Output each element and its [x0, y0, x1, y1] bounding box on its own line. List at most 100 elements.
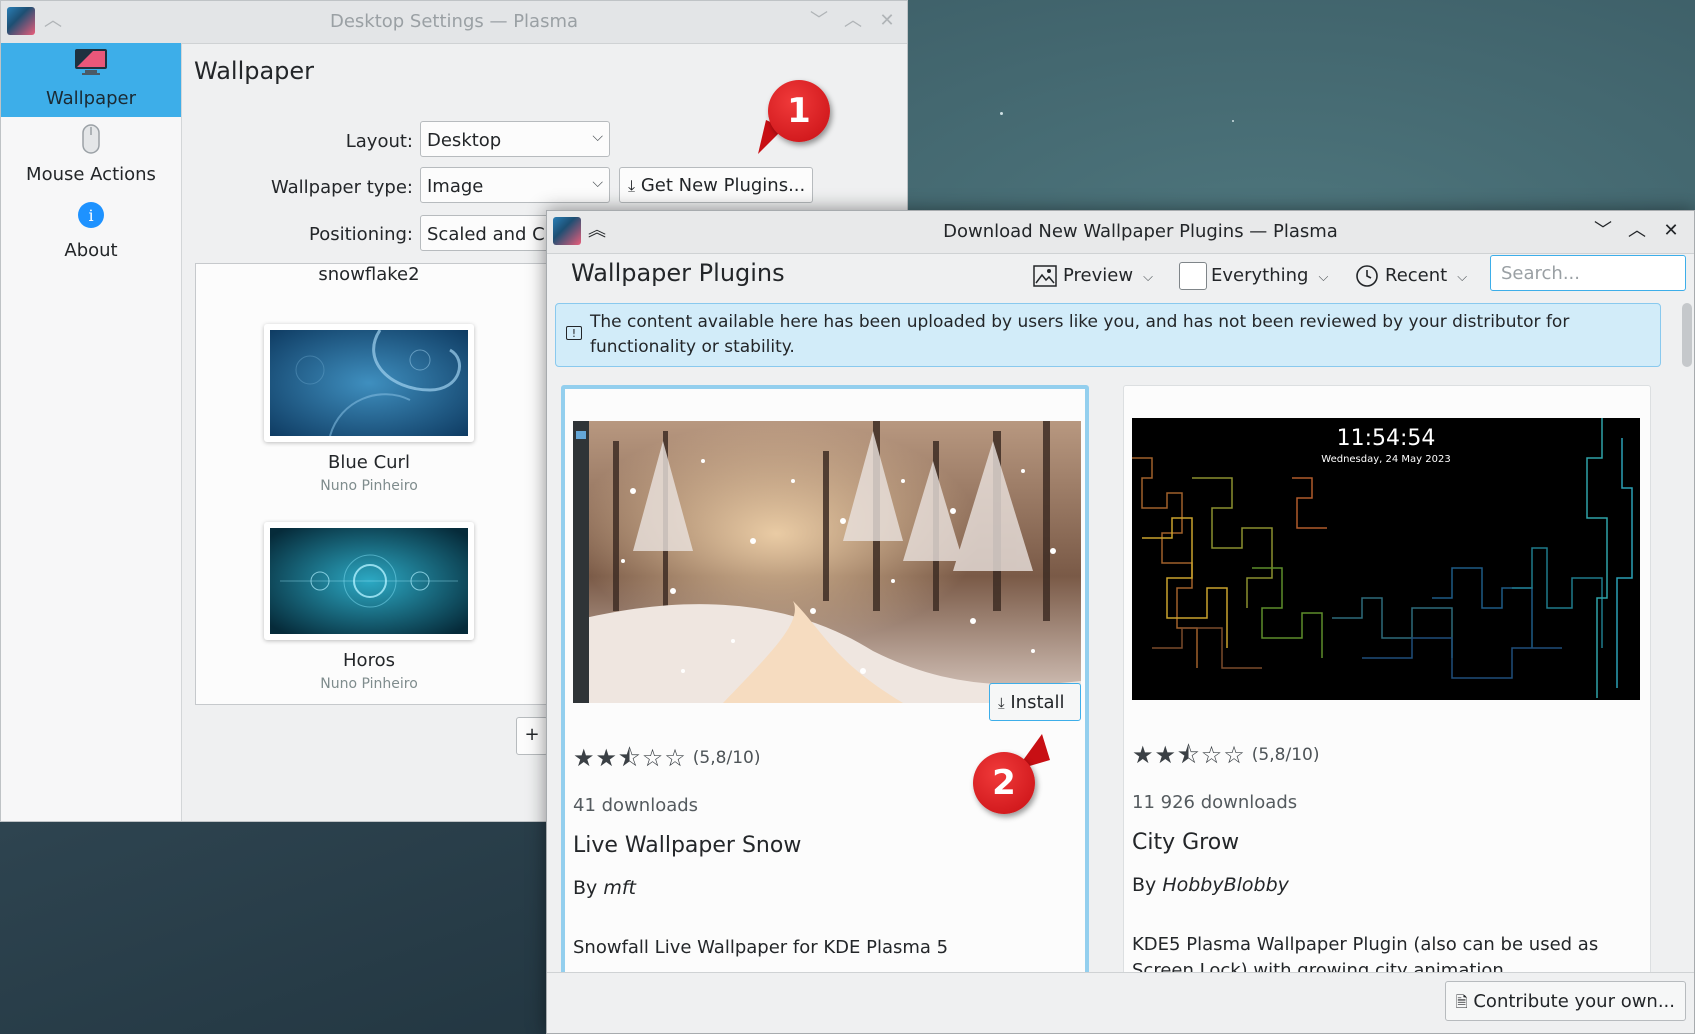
wallpaper-name: Blue Curl — [328, 452, 410, 473]
star-empty-icon: ☆ — [1223, 741, 1246, 769]
minimize-icon[interactable]: ﹀ — [807, 9, 831, 33]
star-empty-icon: ☆ — [664, 744, 687, 772]
contribute-icon: 🗎 — [1455, 993, 1468, 1011]
wallpaper-thumbnail[interactable] — [264, 324, 474, 442]
sort-combo[interactable]: Recent ⌵ — [1355, 257, 1467, 295]
sidebar-item-about[interactable]: i About — [1, 195, 181, 269]
plugin-title[interactable]: City Grow — [1132, 830, 1239, 855]
install-button[interactable]: ⤓ Install — [989, 683, 1081, 721]
star-icon: ★ — [595, 744, 619, 772]
star-icon: ★ — [1132, 741, 1155, 769]
contribute-label: Contribute your own... — [1473, 991, 1675, 1012]
sidebar-item-wallpaper[interactable]: Wallpaper — [1, 43, 181, 117]
sidebar-item-label: Mouse Actions — [26, 164, 156, 185]
page-title: Wallpaper — [194, 57, 315, 85]
plugin-description: Snowfall Live Wallpaper for KDE Plasma 5 — [573, 937, 949, 958]
contribute-button[interactable]: 🗎 Contribute your own... — [1444, 981, 1686, 1021]
rating-stars: ★★⯪☆☆ (5,8/10) — [573, 741, 760, 782]
mouse-icon — [82, 124, 100, 154]
star-half-icon: ⯪ — [1177, 741, 1201, 769]
maximize-icon[interactable]: ︿ — [1625, 219, 1649, 243]
sidebar-item-label: About — [64, 240, 118, 261]
banner-text: The content available here has been uplo… — [590, 312, 1570, 357]
plugin-author[interactable]: mft — [603, 877, 636, 899]
wallpaper-author: Nuno Pinheiro — [320, 676, 418, 692]
plugin-author-line: By HobbyBlobby — [1132, 874, 1289, 896]
plugin-title[interactable]: Live Wallpaper Snow — [573, 833, 801, 858]
chevron-down-icon: ⌵ — [592, 129, 603, 145]
star-icon: ★ — [573, 744, 596, 772]
download-plugins-dialog: ︽ Download New Wallpaper Plugins — Plasm… — [546, 210, 1695, 1034]
page-title: Wallpaper Plugins — [571, 259, 785, 287]
image-icon — [1033, 265, 1057, 287]
search-input[interactable] — [1490, 255, 1686, 291]
chevron-down-icon: ⌵ — [1318, 270, 1329, 285]
plugin-card[interactable]: 11:54:54 Wednesday, 24 May 2023 ★★⯪☆☆ (5,… — [1123, 385, 1651, 973]
window-title: Desktop Settings — Plasma — [329, 11, 579, 32]
wallpaper-type-value: Image — [427, 176, 484, 197]
plugin-author[interactable]: HobbyBlobby — [1162, 874, 1289, 896]
titlebar: ︿ Desktop Settings — Plasma ﹀ ︿ ✕ — [1, 1, 907, 44]
get-new-plugins-button[interactable]: ⤓ Get New Plugins... — [619, 167, 813, 203]
install-label: Install — [1010, 692, 1065, 713]
wallpaper-type-combo[interactable]: Image ⌵ — [420, 167, 610, 203]
close-icon[interactable]: ✕ — [1659, 219, 1683, 243]
sidebar-item-label: Wallpaper — [45, 88, 137, 109]
app-icon — [553, 217, 581, 245]
wallpaper-type-label: Wallpaper type: — [270, 177, 413, 198]
blue-curl-image — [270, 330, 468, 436]
city-grow-preview: 11:54:54 Wednesday, 24 May 2023 — [1132, 418, 1640, 700]
layout-value: Desktop — [427, 130, 502, 151]
filter-combo[interactable]: Everything ⌵ — [1179, 257, 1328, 295]
by-label: By — [573, 877, 598, 899]
callout-marker: 2 — [973, 752, 1035, 814]
clock-date: Wednesday, 24 May 2023 — [1321, 454, 1451, 465]
star-empty-icon: ☆ — [1200, 741, 1224, 769]
clock-icon — [1356, 265, 1378, 287]
chevron-down-icon: ⌵ — [592, 175, 603, 191]
positioning-label: Positioning: — [309, 224, 413, 245]
wallpaper-name: snowflake2 — [318, 264, 420, 285]
close-icon[interactable]: ✕ — [875, 9, 899, 33]
rating-stars: ★★⯪☆☆ (5,8/10) — [1132, 738, 1319, 779]
wallpaper-name: Horos — [343, 650, 395, 671]
minimize-icon[interactable]: ﹀ — [1591, 219, 1615, 243]
plugin-card[interactable]: ⤓ Install ★★⯪☆☆ (5,8/10) 41 downloads Liv… — [561, 385, 1089, 973]
warning-banner: ! The content available here has been up… — [555, 303, 1661, 367]
filter-value: Everything — [1211, 265, 1309, 286]
chevron-down-icon: ⌵ — [1143, 270, 1153, 285]
sky-star — [1000, 112, 1003, 115]
wallpaper-author: Nuno Pinheiro — [320, 478, 418, 494]
sort-value: Recent — [1385, 265, 1448, 286]
star-empty-icon: ☆ — [641, 744, 665, 772]
live-wallpaper-snow-preview — [573, 421, 1081, 703]
star-half-icon: ⯪ — [618, 744, 642, 772]
maximize-icon[interactable]: ︿ — [841, 9, 865, 33]
wallpaper-thumbnail[interactable] — [264, 522, 474, 640]
layout-combo[interactable]: Desktop ⌵ — [420, 121, 610, 157]
star-icon: ★ — [1154, 741, 1178, 769]
rating-text: (5,8/10) — [692, 748, 761, 768]
positioning-value: Scaled and Cro — [427, 224, 563, 245]
add-wallpaper-button[interactable]: + — [516, 717, 548, 755]
view-mode-combo[interactable]: Preview ⌵ — [1033, 257, 1153, 295]
layout-label: Layout: — [345, 131, 413, 152]
download-count: 11 926 downloads — [1132, 792, 1298, 813]
info-banner-icon: ! — [566, 326, 582, 340]
rating-text: (5,8/10) — [1251, 745, 1320, 765]
clock-time: 11:54:54 — [1336, 426, 1436, 451]
sidebar-item-mouse-actions[interactable]: Mouse Actions — [1, 119, 181, 193]
plugin-grid: ⤓ Install ★★⯪☆☆ (5,8/10) 41 downloads Liv… — [547, 381, 1669, 973]
plugin-description: KDE5 Plasma Wallpaper Plugin (also can b… — [1132, 934, 1599, 973]
window-title: Download New Wallpaper Plugins — Plasma — [943, 221, 1338, 242]
download-icon: ⤓ — [628, 176, 636, 195]
scrollbar-handle[interactable] — [1682, 303, 1692, 367]
checkbox-icon — [1179, 262, 1207, 290]
view-mode-value: Preview — [1063, 265, 1134, 286]
sky-star — [1232, 120, 1234, 122]
chevron-down-icon: ⌵ — [1457, 270, 1468, 285]
plugin-author-line: By mft — [573, 877, 636, 899]
horos-image — [270, 528, 468, 634]
svg-text:i: i — [88, 206, 93, 225]
sidebar: Wallpaper Mouse Actions i About — [1, 43, 182, 821]
